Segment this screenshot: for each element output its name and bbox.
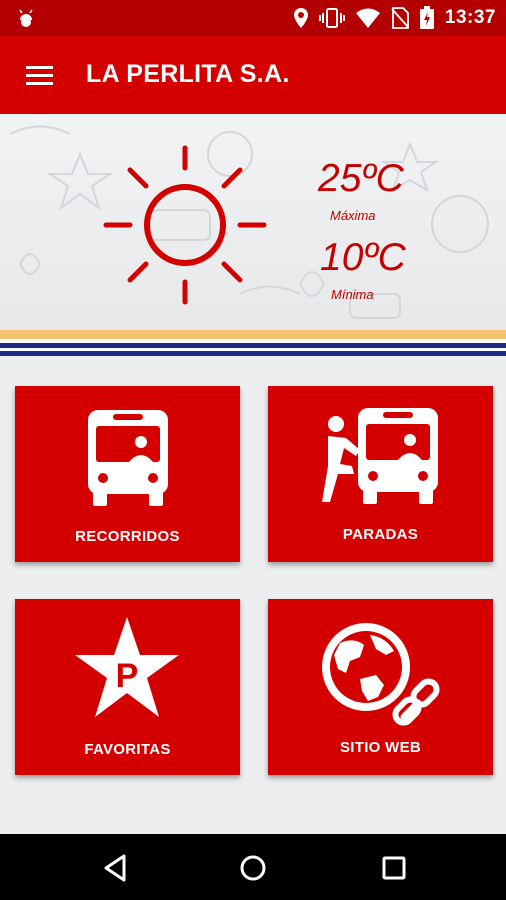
bus-stop-icon: [322, 408, 438, 504]
min-temperature: 10ºC: [320, 236, 406, 279]
battery-icon: [419, 6, 434, 29]
recents-icon[interactable]: [374, 850, 414, 886]
back-icon[interactable]: [96, 850, 136, 886]
favoritas-button[interactable]: P FAVORITAS: [15, 599, 240, 775]
recorridos-label: RECORRIDOS: [75, 528, 180, 545]
home-icon[interactable]: [233, 850, 273, 886]
location-icon: [293, 8, 308, 28]
min-temperature-label: Mínima: [331, 287, 374, 302]
svg-text:P: P: [116, 657, 139, 695]
paradas-button[interactable]: PARADAS: [268, 386, 493, 562]
max-temperature: 25ºC: [318, 157, 404, 200]
sun-icon: [103, 145, 267, 305]
vibrate-icon: [318, 8, 345, 28]
divider-stripe-gold: [0, 330, 506, 339]
navigation-bar: [0, 834, 506, 900]
status-bar: 13:37: [0, 0, 506, 36]
hamburger-menu-icon[interactable]: [20, 57, 60, 93]
app-bar: LA PERLITA S.A.: [0, 36, 506, 114]
recorridos-button[interactable]: RECORRIDOS: [15, 386, 240, 562]
max-temperature-label: Máxima: [330, 208, 376, 223]
status-clock: 13:37: [444, 7, 496, 28]
star-p-icon: P: [75, 617, 179, 717]
favoritas-label: FAVORITAS: [84, 741, 171, 758]
sitio-web-button[interactable]: SITIO WEB: [268, 599, 493, 775]
paradas-label: PARADAS: [342, 526, 419, 543]
bus-icon: [88, 410, 168, 506]
wifi-icon: [355, 8, 380, 28]
app-title: LA PERLITA S.A.: [86, 60, 290, 88]
sitio-web-label: SITIO WEB: [339, 739, 422, 756]
globe-link-icon: [322, 623, 440, 726]
no-sim-icon: [391, 7, 409, 29]
android-icon: [19, 9, 33, 27]
